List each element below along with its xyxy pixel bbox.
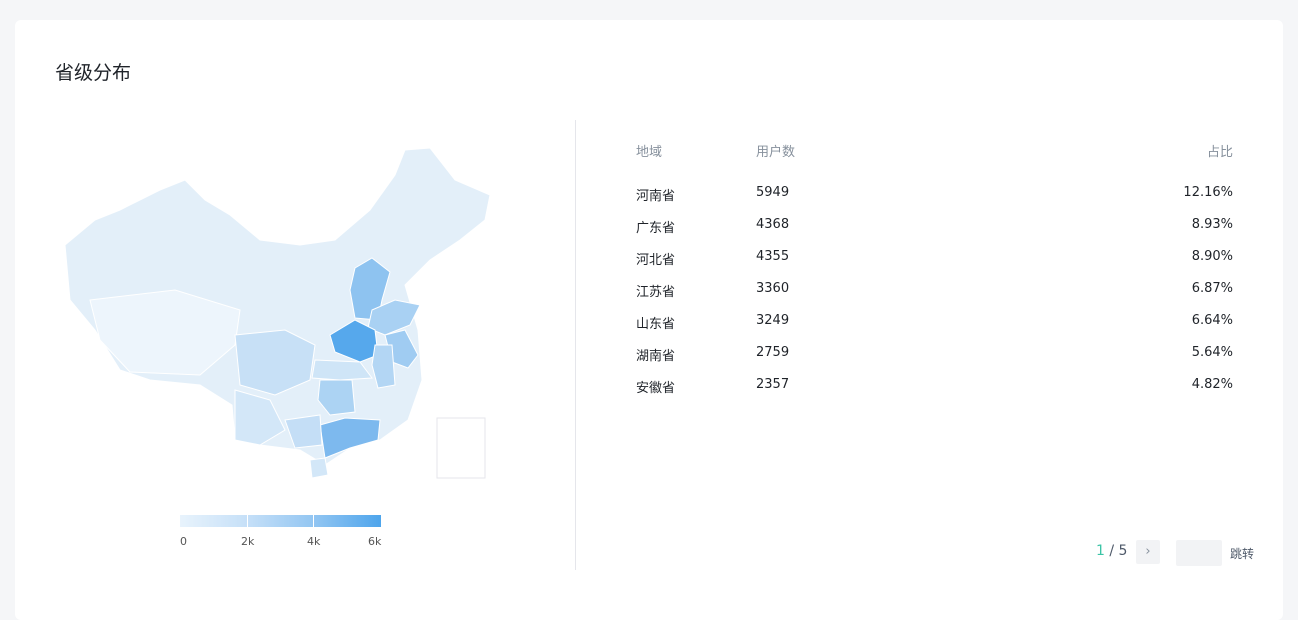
table-cell-users: 4368: [756, 217, 790, 232]
color-legend-bar: [180, 515, 381, 527]
table-cell-users: 2759: [756, 345, 790, 360]
table-cell-ratio: 4.82%: [1191, 377, 1233, 392]
table-cell-region: 河北省: [636, 253, 676, 268]
table-cell-ratio: 5.64%: [1191, 345, 1233, 360]
header-ratio: 占比: [1206, 145, 1233, 160]
table-cell-ratio: 8.90%: [1191, 249, 1233, 264]
table-cell-region: 湖南省: [636, 349, 676, 364]
page-separator: /: [1109, 543, 1115, 559]
region-hainan: [309, 457, 329, 479]
table-cell-ratio: 12.16%: [1183, 185, 1233, 200]
next-page-button[interactable]: ›: [1136, 540, 1160, 564]
table-cell-region: 河南省: [636, 189, 676, 204]
legend-tick: 0: [180, 535, 187, 548]
jump-page-input[interactable]: [1176, 540, 1222, 566]
header-users: 用户数: [756, 145, 796, 160]
table-cell-region: 江苏省: [636, 285, 676, 300]
table-cell-ratio: 6.87%: [1191, 281, 1233, 296]
legend-tick: 2k: [241, 535, 255, 548]
table-cell-users: 4355: [756, 249, 790, 264]
chevron-right-icon: ›: [1145, 544, 1151, 559]
table-cell-users: 3249: [756, 313, 790, 328]
page-current: 1 / 5: [1096, 543, 1127, 559]
card-title: 省级分布: [55, 62, 132, 84]
current-page: 1: [1096, 543, 1105, 559]
south-china-sea-inset: [436, 417, 486, 479]
table-cell-region: 山东省: [636, 317, 676, 332]
legend-tick: 6k: [368, 535, 382, 548]
table-cell-ratio: 6.64%: [1191, 313, 1233, 328]
table-cell-users: 2357: [756, 377, 790, 392]
header-region: 地域: [636, 145, 663, 160]
total-pages: 5: [1118, 543, 1128, 559]
table-cell-ratio: 8.93%: [1191, 217, 1233, 232]
table-cell-users: 3360: [756, 281, 790, 296]
china-map[interactable]: [50, 130, 510, 490]
jump-button[interactable]: 跳转: [1230, 545, 1254, 562]
region-guangdong: [319, 417, 381, 459]
table-cell-region: 广东省: [636, 221, 676, 236]
legend-tick: 4k: [307, 535, 321, 548]
divider: [575, 120, 576, 570]
table-cell-region: 安徽省: [636, 381, 676, 396]
table-cell-users: 5949: [756, 185, 790, 200]
